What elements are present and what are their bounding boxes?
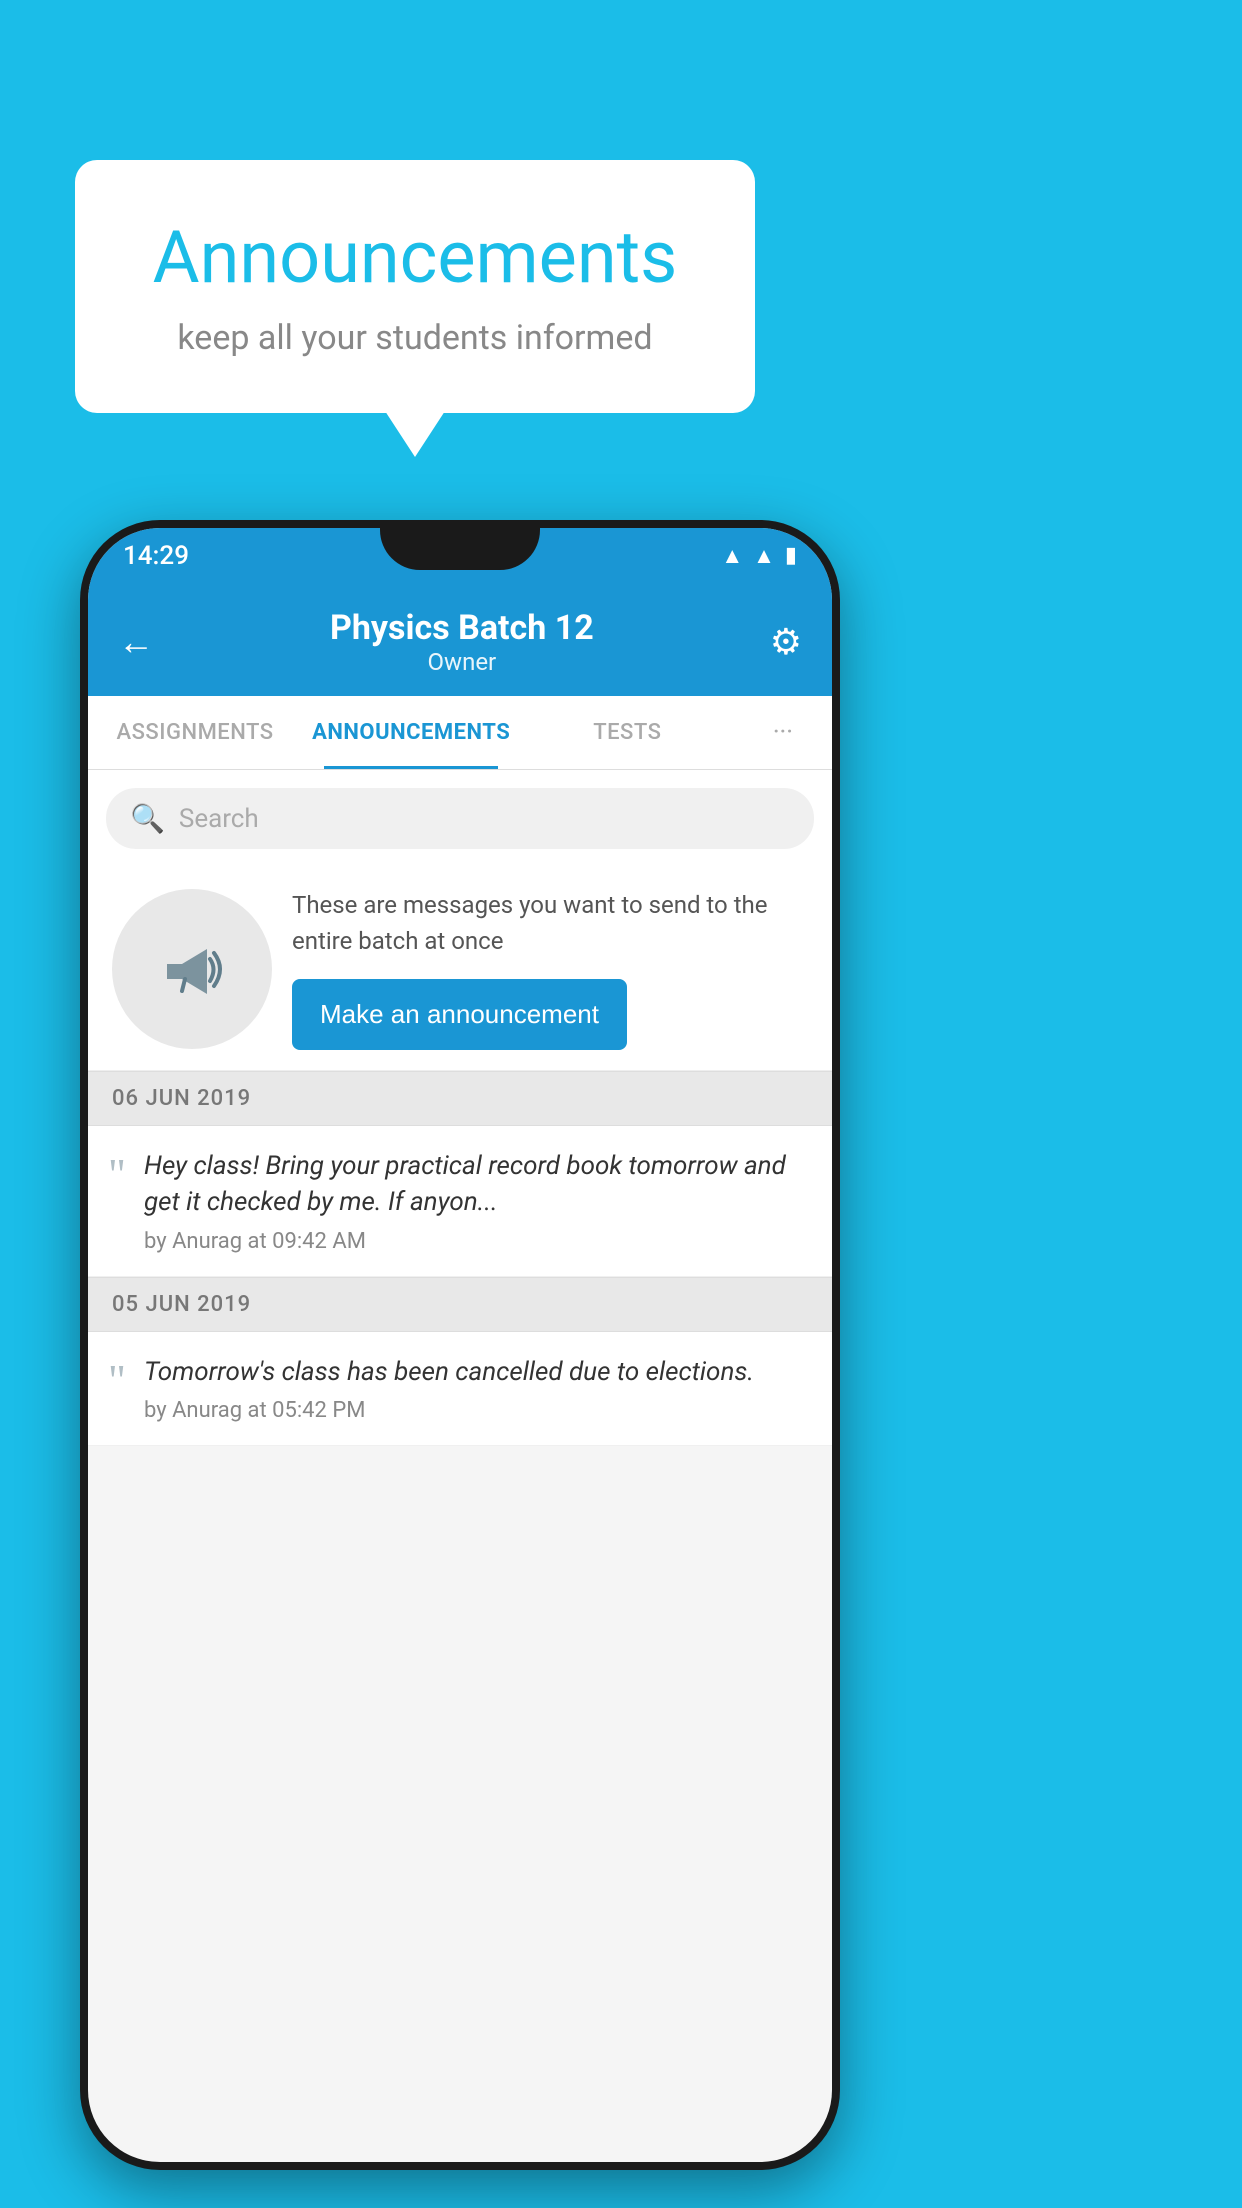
header-subtitle: Owner <box>330 648 594 676</box>
announcement-item-2[interactable]: " Tomorrow's class has been cancelled du… <box>88 1332 832 1446</box>
tab-announcements[interactable]: ANNOUNCEMENTS <box>302 696 520 769</box>
phone-notch <box>380 520 540 570</box>
announcement-content-2: Tomorrow's class has been cancelled due … <box>144 1354 812 1423</box>
gear-icon[interactable]: ⚙ <box>770 621 802 663</box>
tab-more[interactable]: ··· <box>734 696 832 769</box>
announcement-text-2: Tomorrow's class has been cancelled due … <box>144 1354 812 1390</box>
announcement-item-1[interactable]: " Hey class! Bring your practical record… <box>88 1126 832 1277</box>
make-announcement-button[interactable]: Make an announcement <box>292 979 627 1050</box>
date-separator-2: 05 JUN 2019 <box>88 1277 832 1332</box>
status-time: 14:29 <box>123 541 189 571</box>
signal-icon: ▲ <box>753 543 775 569</box>
promo-description: These are messages you want to send to t… <box>292 887 808 959</box>
battery-icon: ▮ <box>785 543 797 568</box>
search-bar[interactable]: 🔍 Search <box>106 788 814 849</box>
header-center: Physics Batch 12 Owner <box>330 608 594 676</box>
app-header: ← Physics Batch 12 Owner ⚙ <box>88 583 832 696</box>
announcement-meta-1: by Anurag at 09:42 AM <box>144 1229 812 1254</box>
tab-bar: ASSIGNMENTS ANNOUNCEMENTS TESTS ··· <box>88 696 832 770</box>
header-title: Physics Batch 12 <box>330 608 594 648</box>
tab-tests[interactable]: TESTS <box>520 696 734 769</box>
speech-bubble: Announcements keep all your students inf… <box>75 160 755 413</box>
bubble-subtitle: keep all your students informed <box>135 318 695 358</box>
announcement-text-1: Hey class! Bring your practical record b… <box>144 1148 812 1221</box>
announcement-meta-2: by Anurag at 05:42 PM <box>144 1398 812 1423</box>
quote-icon-1: " <box>108 1153 126 1197</box>
back-button[interactable]: ← <box>118 621 154 663</box>
quote-icon-2: " <box>108 1359 126 1403</box>
promo-icon-circle <box>112 889 272 1049</box>
date-separator-1: 06 JUN 2019 <box>88 1071 832 1126</box>
megaphone-icon <box>152 929 232 1009</box>
wifi-icon: ▲ <box>721 543 743 569</box>
phone-mockup: 14:29 ▲ ▲ ▮ ← Physics Batch 12 Owner ⚙ A… <box>80 520 840 2170</box>
main-content: 🔍 Search These are messages you want to … <box>88 770 832 1446</box>
tab-assignments[interactable]: ASSIGNMENTS <box>88 696 302 769</box>
promo-right: These are messages you want to send to t… <box>292 887 808 1050</box>
announcement-promo: These are messages you want to send to t… <box>88 867 832 1071</box>
bubble-title: Announcements <box>135 215 695 300</box>
search-placeholder: Search <box>179 804 259 834</box>
phone-screen: 14:29 ▲ ▲ ▮ ← Physics Batch 12 Owner ⚙ A… <box>88 528 832 2162</box>
status-icons: ▲ ▲ ▮ <box>721 543 797 569</box>
announcement-content-1: Hey class! Bring your practical record b… <box>144 1148 812 1254</box>
search-icon: 🔍 <box>130 802 165 835</box>
